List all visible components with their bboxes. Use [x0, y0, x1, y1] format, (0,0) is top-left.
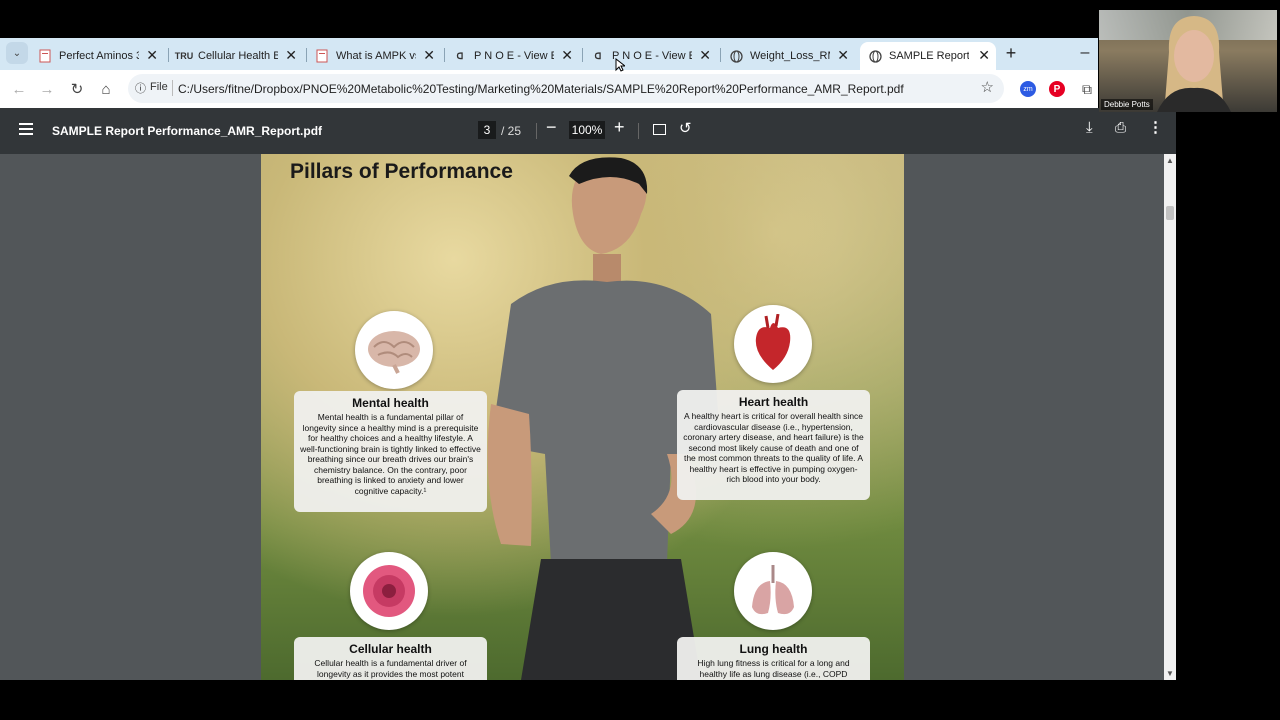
tab-pnoe-1[interactable]: ᗡ P N O E - View Erg ✕: [453, 42, 579, 70]
pnoe-icon: ᗡ: [456, 50, 464, 61]
zoom-out-button[interactable]: −: [546, 117, 557, 138]
cellular-health-card: Cellular health Cellular health is a fun…: [294, 637, 487, 680]
zoom-level-input[interactable]: 100%: [569, 121, 605, 139]
forward-button[interactable]: →: [36, 78, 58, 100]
tab-weight-loss[interactable]: Weight_Loss_RMR ✕: [729, 42, 855, 70]
page-number-input[interactable]: 3: [478, 121, 496, 139]
browser-toolbar: ← → ↻ ⌂ ⓘ File C:/Users/fitne/Dropbox/PN…: [0, 70, 1098, 108]
rotate-icon[interactable]: ↺: [679, 119, 692, 137]
pdf-filename: SAMPLE Report Performance_AMR_Report.pdf: [52, 124, 323, 138]
more-options-icon[interactable]: ⋮: [1148, 118, 1163, 136]
card-title: Lung health: [739, 642, 808, 656]
fit-page-icon[interactable]: [653, 124, 666, 135]
page-count: / 25: [501, 124, 522, 138]
new-tab-button[interactable]: +: [1000, 42, 1022, 64]
url-text: C:/Users/fitne/Dropbox/PNOE%20Metabolic%…: [178, 82, 904, 96]
card-title: Mental health: [352, 396, 429, 410]
close-icon[interactable]: ✕: [978, 48, 990, 62]
participant-name: Debbie Potts: [1101, 99, 1153, 110]
zoom-in-button[interactable]: +: [614, 117, 625, 138]
close-icon[interactable]: ✕: [285, 48, 297, 62]
tab-cellular-health[interactable]: TRU Cellular Health Ber ✕: [174, 42, 303, 70]
file-chip: File: [150, 81, 168, 93]
info-icon[interactable]: ⓘ: [135, 80, 146, 96]
document-icon: [38, 49, 52, 63]
scrollbar[interactable]: ▲ ▼: [1164, 154, 1176, 680]
pinterest-extension-icon[interactable]: P: [1049, 81, 1065, 97]
address-bar[interactable]: ⓘ File C:/Users/fitne/Dropbox/PNOE%20Met…: [128, 74, 1004, 103]
heart-icon: [734, 305, 812, 383]
bookmark-star-icon[interactable]: ☆: [981, 78, 994, 96]
menu-icon[interactable]: [19, 123, 33, 135]
tab-perfect-aminos[interactable]: Perfect Aminos 30 ✕: [38, 42, 164, 70]
tab-pnoe-2[interactable]: ᗡ P N O E - View Erg ✕: [591, 42, 717, 70]
globe-icon: [868, 49, 882, 63]
scroll-down-arrow[interactable]: ▼: [1166, 669, 1174, 678]
card-title: Heart health: [738, 395, 809, 409]
download-icon[interactable]: ⤓: [1086, 119, 1093, 136]
tab-title: Cellular Health Ber: [198, 50, 278, 62]
tab-title: Weight_Loss_RMR: [750, 50, 830, 62]
close-icon[interactable]: ✕: [837, 48, 849, 62]
card-body: A healthy heart is critical for overall …: [683, 411, 864, 484]
tab-ampk[interactable]: What is AMPK vs. I ✕: [315, 42, 441, 70]
mental-health-card: Mental health Mental health is a fundame…: [294, 391, 487, 512]
home-button[interactable]: ⌂: [95, 78, 117, 100]
back-button[interactable]: ←: [8, 78, 30, 100]
tab-title: What is AMPK vs. I: [336, 50, 416, 62]
mouse-cursor: [615, 58, 625, 72]
card-body: Cellular health is a fundamental driver …: [314, 658, 467, 679]
scrollbar-thumb[interactable]: [1166, 206, 1174, 220]
minimize-button[interactable]: –: [1074, 42, 1096, 64]
lungs-icon: [734, 552, 812, 630]
reload-button[interactable]: ↻: [66, 78, 88, 100]
heart-health-card: Heart health A healthy heart is critical…: [677, 390, 870, 500]
tab-title: P N O E - View Erg: [474, 50, 554, 62]
close-icon[interactable]: ✕: [561, 48, 573, 62]
card-title: Cellular health: [349, 642, 432, 656]
pdf-viewport: Pillars of Performance Mental health Men…: [0, 154, 1168, 680]
print-icon[interactable]: ⎙: [1115, 119, 1126, 136]
tab-search-button[interactable]: ⌄: [6, 42, 28, 64]
tru-icon: TRU: [174, 51, 194, 61]
card-body: Mental health is a fundamental pillar of…: [300, 412, 481, 496]
close-icon[interactable]: ✕: [423, 48, 435, 62]
close-icon[interactable]: ✕: [699, 48, 711, 62]
pdf-page: Pillars of Performance Mental health Men…: [261, 154, 904, 680]
brain-icon: [355, 311, 433, 389]
card-body: High lung fitness is critical for a long…: [697, 658, 850, 679]
pdf-toolbar: SAMPLE Report Performance_AMR_Report.pdf…: [0, 108, 1176, 154]
tab-sample-report[interactable]: SAMPLE Report Pe ✕: [860, 42, 996, 70]
document-icon: [315, 49, 329, 63]
globe-icon: [729, 49, 743, 63]
pnoe-icon: ᗡ: [594, 50, 602, 61]
lung-health-card: Lung health High lung fitness is critica…: [677, 637, 870, 680]
tab-title: SAMPLE Report Pe: [889, 50, 969, 62]
webcam-video: Debbie Potts: [1099, 10, 1277, 112]
close-icon[interactable]: ✕: [146, 48, 158, 62]
zoom-extension-icon[interactable]: zm: [1020, 81, 1036, 97]
tab-strip: ⌄ Perfect Aminos 30 ✕ TRU Cellular Healt…: [0, 38, 1098, 70]
cell-icon: [350, 552, 428, 630]
tab-title: Perfect Aminos 30: [59, 50, 139, 62]
extensions-puzzle-icon[interactable]: ⧉: [1076, 78, 1098, 100]
scroll-up-arrow[interactable]: ▲: [1166, 156, 1174, 165]
